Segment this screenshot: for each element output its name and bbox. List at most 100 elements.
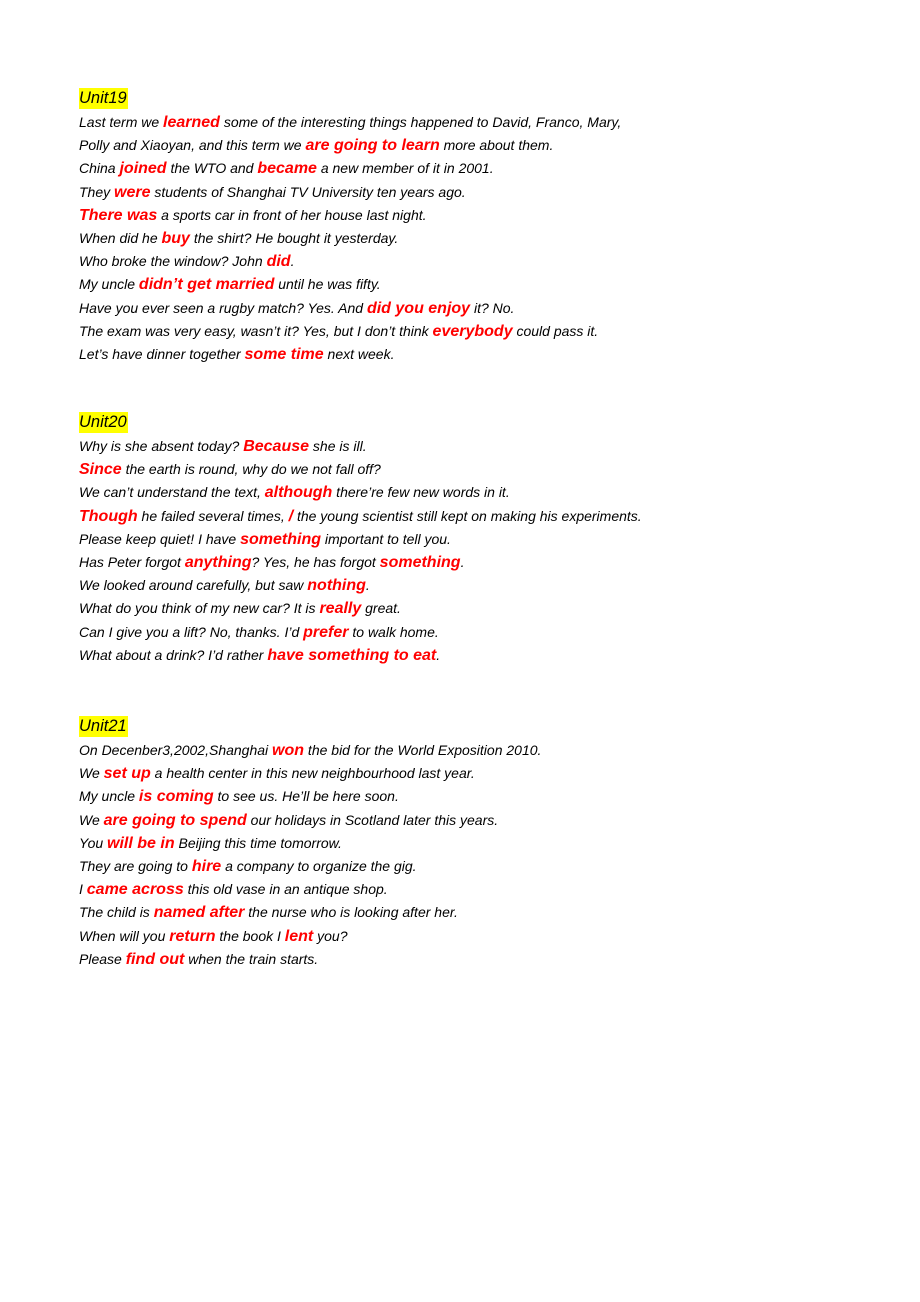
- sentence-text: I: [79, 881, 87, 898]
- sentence-text: The exam was very easy, wasn’t it? Yes, …: [79, 322, 433, 339]
- answer-highlight: learned: [163, 114, 220, 131]
- sentence-list: Last term we learned some of the interes…: [79, 111, 621, 366]
- answer-highlight: have something to eat: [267, 646, 437, 664]
- sentence-line: Let’s have dinner together some time nex…: [79, 343, 621, 366]
- answer-highlight: Since: [79, 461, 122, 479]
- sentence-text: The child is: [79, 904, 154, 921]
- sentence-line: My uncle is coming to see us. He’ll be h…: [79, 785, 541, 808]
- sentence-text: when the train starts.: [184, 950, 319, 967]
- answer-highlight: is coming: [138, 788, 214, 806]
- sentence-line: There was a sports car in front of her h…: [79, 204, 621, 227]
- sentence-text: We can’t understand the text,: [79, 484, 265, 501]
- sentence-text: there’re few new words in it.: [332, 484, 510, 501]
- answer-highlight: There was: [79, 206, 158, 224]
- sentence-text: .: [365, 577, 370, 594]
- answer-highlight: set up: [103, 765, 151, 783]
- sentence-line: Please keep quiet! I have something impo…: [79, 528, 642, 551]
- sentence-text: .: [436, 646, 441, 663]
- sentence-text: a health center in this new neighbourhoo…: [150, 765, 475, 782]
- answer-highlight: are going to spend: [103, 811, 247, 829]
- sentence-line: Can I give you a lift? No, thanks. I’d p…: [79, 621, 642, 644]
- sentence-line: They were students of Shanghai TV Univer…: [79, 181, 621, 204]
- sentence-line: We set up a health center in this new ne…: [79, 762, 541, 785]
- sentence-text: great.: [361, 600, 401, 617]
- sentence-text: Please: [79, 950, 126, 967]
- sentence-text: Let’s have dinner together: [79, 345, 245, 362]
- answer-highlight: Because: [243, 438, 310, 455]
- sentence-line: We looked around carefully, but saw noth…: [79, 574, 642, 597]
- answer-highlight: prefer: [303, 623, 349, 641]
- sentence-line: We are going to spend our holidays in Sc…: [79, 809, 541, 832]
- sentence-list: Why is she absent today? Because she is …: [79, 435, 642, 667]
- sentence-text: the bid for the World Exposition 2010.: [304, 742, 542, 758]
- unit-section: Unit20 Why is she absent today? Because …: [79, 412, 642, 667]
- sentence-text: you?: [313, 927, 348, 944]
- sentence-list: On Decenber3,2002,Shanghai won the bid f…: [79, 739, 541, 971]
- sentence-text: On Decenber3,2002,Shanghai: [79, 742, 273, 758]
- answer-highlight: find out: [125, 950, 185, 968]
- sentence-text: Why is she absent today?: [79, 438, 244, 454]
- sentence-text: next week.: [323, 345, 395, 362]
- sentence-text: China: [79, 160, 120, 177]
- unit-section: Unit19 Last term we learned some of the …: [79, 88, 621, 366]
- sentence-text: Polly and Xiaoyan, and this term we: [79, 137, 306, 154]
- sentence-text: until he was fifty.: [274, 276, 381, 293]
- sentence-text: a new member of it in 2001.: [316, 160, 494, 177]
- sentence-text: .: [460, 553, 465, 570]
- sentence-text: some of the interesting things happened …: [219, 114, 622, 130]
- sentence-text: Who broke the window? John: [79, 253, 267, 270]
- answer-highlight: were: [114, 183, 151, 201]
- answer-highlight: didn’t get married: [138, 276, 275, 294]
- sentence-line: When did he buy the shirt? He bought it …: [79, 227, 621, 250]
- sentence-line: Please find out when the train starts.: [79, 948, 541, 971]
- answer-highlight: became: [257, 160, 317, 178]
- answer-highlight: nothing: [307, 577, 366, 595]
- sentence-text: Can I give you a lift? No, thanks. I’d: [79, 623, 304, 640]
- sentence-line: My uncle didn’t get married until he was…: [79, 273, 621, 296]
- unit-title: Unit19: [79, 88, 128, 109]
- sentence-text: a sports car in front of her house last …: [157, 206, 427, 223]
- sentence-line: The exam was very easy, wasn’t it? Yes, …: [79, 320, 621, 343]
- sentence-text: Please keep quiet! I have: [79, 530, 241, 547]
- answer-highlight: everybody: [432, 322, 513, 340]
- sentence-text: more about them.: [439, 137, 554, 154]
- sentence-text: a company to organize the gig.: [221, 857, 417, 874]
- sentence-text: the young scientist still kept on making…: [293, 507, 642, 524]
- sentence-line: You will be in Beijing this time tomorro…: [79, 832, 541, 855]
- sentence-text: You: [79, 834, 108, 851]
- answer-highlight: won: [272, 742, 305, 759]
- sentence-line: On Decenber3,2002,Shanghai won the bid f…: [79, 739, 541, 762]
- answer-highlight: some time: [244, 345, 324, 363]
- sentence-text: .: [290, 253, 295, 270]
- answer-highlight: something: [240, 530, 321, 548]
- sentence-text: the WTO and: [166, 160, 258, 177]
- sentence-line: Who broke the window? John did.: [79, 250, 621, 273]
- sentence-text: What do you think of my new car? It is: [79, 600, 320, 617]
- sentence-text: My uncle: [79, 788, 139, 805]
- sentence-text: We: [79, 765, 104, 782]
- sentence-text: Has Peter forgot: [79, 553, 185, 570]
- answer-highlight: return: [169, 927, 216, 945]
- sentence-text: the shirt? He bought it yesterday.: [189, 229, 399, 246]
- answer-highlight: are going to learn: [305, 137, 440, 155]
- sentence-text: When did he: [79, 229, 162, 246]
- sentence-line: The child is named after the nurse who i…: [79, 901, 541, 924]
- answer-highlight: joined: [119, 160, 167, 178]
- answer-highlight: named after: [153, 904, 245, 922]
- sentence-line: I came across this old vase in an antiqu…: [79, 878, 541, 901]
- sentence-line: We can’t understand the text, although t…: [79, 481, 642, 504]
- unit-section: Unit21 On Decenber3,2002,Shanghai won th…: [79, 716, 541, 971]
- sentence-text: Last term we: [79, 114, 164, 130]
- sentence-text: important to tell you.: [321, 530, 451, 547]
- sentence-line: China joined the WTO and became a new me…: [79, 157, 621, 180]
- sentence-text: to see us. He’ll be here soon.: [213, 788, 399, 805]
- answer-highlight: did: [266, 253, 291, 271]
- sentence-text: We: [79, 811, 104, 828]
- sentence-line: Have you ever seen a rugby match? Yes. A…: [79, 297, 621, 320]
- answer-highlight: did you enjoy: [366, 299, 471, 317]
- answer-highlight: came across: [86, 881, 184, 899]
- sentence-text: Beijing this time tomorrow.: [174, 834, 342, 851]
- answer-highlight: will be in: [107, 834, 175, 852]
- sentence-line: When will you return the book I lent you…: [79, 925, 541, 948]
- sentence-text: the earth is round, why do we not fall o…: [121, 461, 381, 478]
